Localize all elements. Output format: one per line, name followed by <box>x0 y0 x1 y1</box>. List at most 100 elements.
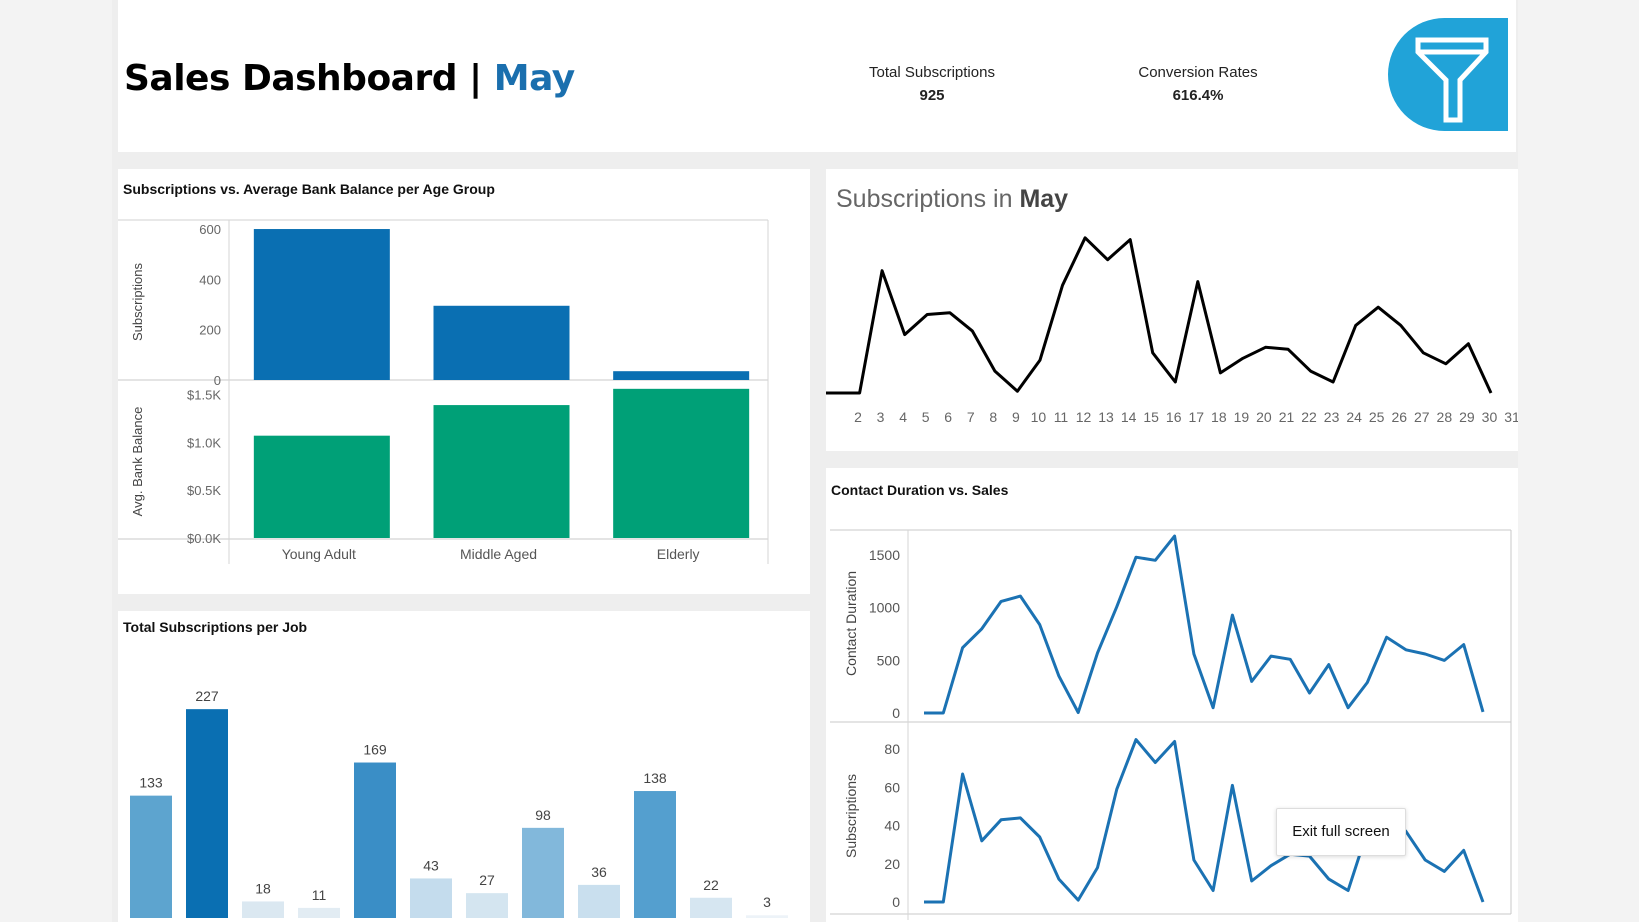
x-tick-label: 24 <box>1346 409 1362 425</box>
kpi-conversion-rates: Conversion Rates 616.4% <box>1118 64 1278 104</box>
y-tick-label: 0 <box>214 373 221 388</box>
data-label: 138 <box>643 770 667 786</box>
dashboard-header: Sales Dashboard | May Total Subscription… <box>118 0 1516 152</box>
x-tick-label: 11 <box>1054 409 1069 425</box>
x-tick-label: 4 <box>899 409 907 425</box>
y-tick-label: 0 <box>892 705 900 721</box>
y-tick-label: $1.0K <box>187 435 221 450</box>
x-tick-label: Young Adult <box>282 546 356 562</box>
kpi-value: 925 <box>919 87 945 104</box>
x-tick-label: 6 <box>944 409 952 425</box>
may-subscriptions-chart: 2 3 4 5 6 7 8 9 10 11 12 13 14 15 16 17 18 19 20 21 22 23 24 25… <box>826 236 1518 425</box>
jobs-panel: Total Subscriptions per Job 133 227 18 11 16… <box>118 611 810 922</box>
data-label: 133 <box>139 775 163 791</box>
x-tick-label: 5 <box>922 409 930 425</box>
x-tick-label: 13 <box>1098 409 1114 425</box>
x-tick-label: Elderly <box>657 546 700 562</box>
x-tick-label: 26 <box>1391 409 1407 425</box>
y-tick-label: 20 <box>884 856 900 872</box>
y-tick-label: $0.5K <box>187 483 221 498</box>
data-label: 227 <box>195 688 219 704</box>
contact-duration-panel: Contact Duration vs. Sales 0 500 1000 1500 C… <box>826 468 1518 922</box>
y-tick-label: 80 <box>884 741 900 757</box>
x-tick-label: 15 <box>1143 409 1159 425</box>
bar <box>634 791 676 918</box>
x-tick-label: 25 <box>1369 409 1385 425</box>
x-tick-label: 27 <box>1414 409 1430 425</box>
y-tick-label: 40 <box>884 818 900 834</box>
y-tick-label: 200 <box>199 323 221 338</box>
y-axis-label: Subscriptions <box>843 774 859 858</box>
contact-duration-chart: 0 500 1000 1500 Contact Duration 0 20 40 60 80 Sub… <box>830 529 1512 920</box>
y-tick-label: 500 <box>877 652 901 668</box>
data-label: 18 <box>255 880 271 896</box>
y-axis-label: Subscriptions <box>130 262 145 341</box>
exit-full-screen-tooltip[interactable]: Exit full screen <box>1276 808 1406 856</box>
y-tick-label: 0 <box>892 894 900 910</box>
x-tick-label: 28 <box>1437 409 1453 425</box>
data-label: 36 <box>591 864 607 880</box>
y-tick-label: 60 <box>884 779 900 795</box>
bar <box>613 388 750 538</box>
jobs-chart: 133 227 18 11 169 43 27 98 36 138 22 3 <box>130 688 788 918</box>
data-label: 3 <box>763 894 771 910</box>
title-separator: | <box>469 58 482 99</box>
x-tick-label: 16 <box>1166 409 1182 425</box>
y-tick-label: 600 <box>199 222 221 237</box>
x-tick-label: 10 <box>1031 409 1047 425</box>
data-label: 169 <box>363 742 387 758</box>
x-tick-label: 20 <box>1256 409 1272 425</box>
bar <box>186 709 228 918</box>
series-line <box>826 236 1493 395</box>
page-title: Sales Dashboard | May <box>124 58 575 99</box>
title-text: Sales Dashboard <box>124 58 458 99</box>
bar <box>410 878 452 918</box>
bar <box>522 827 564 918</box>
x-tick-label: 14 <box>1121 409 1137 425</box>
x-tick-label: 31 <box>1504 409 1518 425</box>
data-label: 27 <box>479 872 495 888</box>
bar <box>433 305 570 380</box>
bar <box>613 371 750 380</box>
y-tick-label: $0.0K <box>187 531 221 546</box>
bar <box>354 762 396 918</box>
bar <box>690 897 732 918</box>
data-label: 98 <box>535 807 551 823</box>
kpi-value: 616.4% <box>1172 87 1224 104</box>
y-tick-label: 400 <box>199 272 221 287</box>
filter-button[interactable] <box>1388 18 1508 131</box>
bar <box>433 405 570 538</box>
bar <box>298 907 340 918</box>
x-tick-label: 2 <box>854 409 862 425</box>
title-month: May <box>493 58 575 99</box>
x-tick-label: 7 <box>967 409 975 425</box>
bar <box>253 435 390 538</box>
bar <box>578 884 620 918</box>
x-tick-label: 12 <box>1076 409 1092 425</box>
data-label: 22 <box>703 877 719 893</box>
x-tick-label: 22 <box>1301 409 1317 425</box>
kpi-total-subscriptions: Total Subscriptions 925 <box>852 64 1012 104</box>
x-tick-label: 30 <box>1482 409 1498 425</box>
bar <box>130 795 172 918</box>
bar <box>466 893 508 918</box>
kpi-label: Total Subscriptions <box>869 64 995 81</box>
y-tick-label: 1000 <box>869 600 900 616</box>
x-tick-label: 9 <box>1012 409 1020 425</box>
age-group-chart: 0 200 400 600 Subscriptions $0.0K $0.5K $1.0K $1… <box>118 219 769 564</box>
x-tick-label: 19 <box>1234 409 1250 425</box>
y-axis-label: Contact Duration <box>843 571 859 676</box>
y-tick-label: 1500 <box>869 547 900 563</box>
x-tick-label: 8 <box>989 409 997 425</box>
y-tick-label: $1.5K <box>187 388 221 403</box>
age-group-panel: Subscriptions vs. Average Bank Balance p… <box>118 169 810 594</box>
x-tick-label: 17 <box>1188 409 1204 425</box>
bar <box>253 229 390 380</box>
y-axis-label: Avg. Bank Balance <box>130 407 145 517</box>
x-tick-label: 23 <box>1324 409 1340 425</box>
bar <box>242 901 284 918</box>
funnel-icon <box>1415 37 1489 123</box>
data-label: 43 <box>423 857 439 873</box>
bar <box>746 915 788 918</box>
may-subscriptions-panel: Subscriptions in May 2 3 4 5 6 7 8 9 10 11 12 13 14 1… <box>826 169 1518 451</box>
